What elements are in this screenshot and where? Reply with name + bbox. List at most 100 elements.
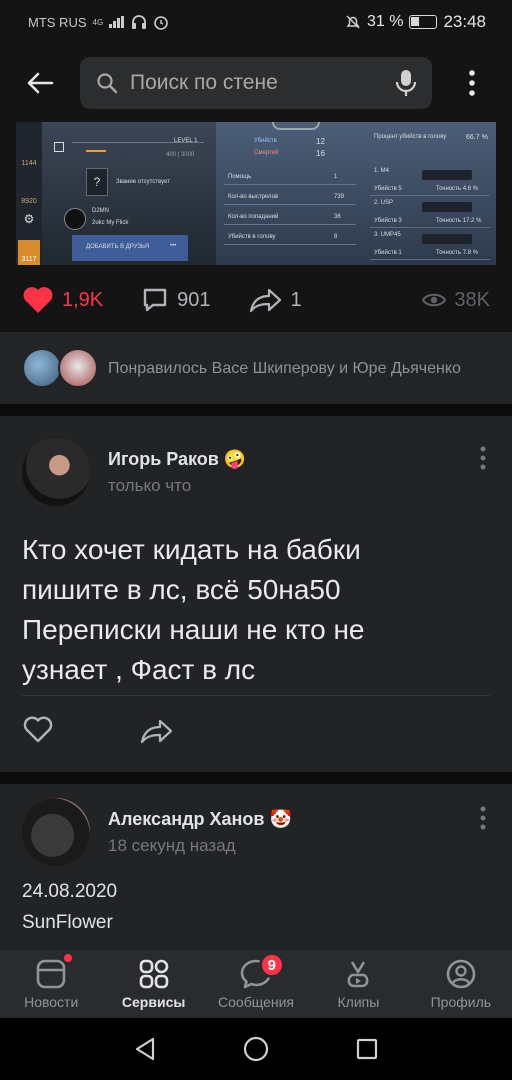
battery-percent: 31 %: [366, 13, 404, 30]
profile-icon: [446, 959, 476, 989]
author-name[interactable]: Александр Ханов 🤡: [108, 809, 292, 830]
post-text-line: узнает , Фаст в лс: [22, 654, 256, 685]
divider: [22, 695, 490, 696]
add-friend-button: ДОБАВИТЬ В ДРУЗЬЯ •••: [72, 235, 188, 261]
post-card: Александр Ханов 🤡 18 секунд назад 24.08.…: [0, 784, 512, 950]
game-stat-divider: [224, 224, 356, 225]
game-stat-value: 36: [334, 214, 341, 220]
game-deaths: 16: [316, 149, 325, 158]
post-text-line: Кто хочет кидать на бабки: [22, 534, 361, 565]
microphone-icon[interactable]: [394, 68, 418, 98]
like-button[interactable]: 1,9K: [22, 286, 103, 314]
game-stat-label: Помощь: [228, 174, 252, 180]
game-stat-label: Убийств в голову: [228, 234, 276, 240]
game-stat-divider: [224, 204, 356, 205]
game-weapon-name: 2. USP: [374, 200, 394, 206]
bottom-nav: Новости Сервисы 9 Сообщения Клипы Профил…: [0, 950, 512, 1018]
home-circle-icon[interactable]: [243, 1036, 269, 1062]
game-kills: 12: [316, 137, 325, 146]
gear-icon: ⚙: [23, 212, 35, 226]
post-card: Игорь Раков 🤪 только что Кто хочет кидат…: [0, 416, 512, 772]
liked-by-text: Понравилось Васе Шкиперову и Юре Дьяченк…: [108, 359, 461, 377]
tab-clips[interactable]: Клипы: [307, 950, 409, 1018]
weapon-icon: [422, 202, 472, 212]
post-text-line: 24.08.2020: [22, 881, 118, 902]
avatar[interactable]: [22, 438, 90, 506]
clips-icon: [347, 961, 369, 988]
avatar[interactable]: [22, 798, 90, 866]
alarm-icon: [154, 16, 168, 30]
recents-square-icon[interactable]: [356, 1038, 378, 1060]
post-text-line: Переписки наши не кто не: [22, 614, 365, 645]
game-weapon-accuracy: Точность 4.6 %: [436, 186, 479, 192]
more-button[interactable]: [432, 44, 512, 122]
game-stat-divider: [224, 184, 356, 185]
views: 38K: [422, 289, 490, 312]
share-icon: [140, 719, 173, 744]
unread-badge: 9: [258, 952, 285, 978]
rank-badge-icon: ?: [86, 168, 108, 196]
post-text-line: SunFlower: [22, 912, 113, 933]
more-vertical-icon: [480, 446, 486, 470]
post-actions: 1,9K 901 1 38K: [0, 268, 512, 332]
battery-icon: [409, 15, 438, 29]
weapon-icon: [422, 234, 472, 244]
arrow-left-icon: [27, 72, 54, 94]
liked-by[interactable]: Понравилось Васе Шкиперову и Юре Дьяченк…: [0, 332, 512, 404]
game-clan: D2MN: [92, 208, 110, 214]
post-text: Кто хочет кидать на бабки пишите в лс, в…: [22, 530, 365, 690]
more-vertical-icon: [480, 806, 486, 830]
headphones-icon: [132, 15, 147, 29]
comment-icon: [143, 288, 167, 312]
post-image[interactable]: 1144 8920 ⚙ 3117 LEVEL 1 400 | 3000 ? Зв…: [16, 122, 496, 265]
game-sidebar-count: 3117: [18, 240, 40, 265]
avatar: [22, 348, 62, 388]
game-stat-label: Кол-во попаданий: [228, 214, 279, 220]
status-bar: MTS RUS 4G 31 % 23:48: [0, 0, 512, 44]
game-xp: 400 | 3000: [166, 152, 195, 158]
tab-profile[interactable]: Профиль: [410, 950, 512, 1018]
like-button[interactable]: [22, 716, 54, 749]
post-time: 18 секунд назад: [108, 835, 236, 855]
avatar: [58, 348, 98, 388]
like-count: 1,9K: [62, 288, 104, 311]
game-weapon-row: 2. USP Убийств 3 Точность 17.2 %: [370, 198, 490, 228]
tab-messages[interactable]: 9 Сообщения: [205, 950, 307, 1018]
back-button[interactable]: [0, 44, 80, 122]
share-icon: [249, 288, 281, 313]
comment-button[interactable]: 901: [141, 286, 211, 314]
heart-outline-icon: [23, 716, 53, 743]
game-weapon-row: 1. M4 Убийств 5 Точность 4.6 %: [370, 166, 490, 196]
share-count: 1: [290, 288, 302, 311]
game-weapon-name: 3. UMP45: [374, 232, 401, 238]
game-stat-value: 1: [334, 174, 338, 180]
news-icon: [36, 959, 66, 989]
signal-icon: [109, 16, 125, 28]
tab-services[interactable]: Сервисы: [102, 950, 204, 1018]
more-vertical-icon: [469, 70, 475, 96]
game-weapon-kills: Убийств 3: [374, 218, 402, 224]
back-triangle-icon[interactable]: [134, 1037, 156, 1061]
share-button[interactable]: 1: [249, 287, 302, 313]
heart-filled-icon: [23, 287, 53, 313]
post-time: только что: [108, 475, 192, 495]
game-sidebar: 1144 8920 ⚙ 3117: [16, 122, 42, 265]
clan-emblem-icon: [64, 208, 86, 230]
checkbox-icon: [54, 142, 64, 152]
eye-icon: [422, 293, 447, 307]
search-input[interactable]: Поиск по стене: [80, 57, 432, 109]
post-menu-button[interactable]: [480, 446, 486, 475]
share-button[interactable]: [140, 718, 174, 749]
game-weapon-accuracy: Точность 17.2 %: [436, 218, 482, 224]
game-weapon-accuracy: Точность 7.8 %: [436, 250, 479, 256]
game-sidebar-count: 1144: [21, 160, 37, 167]
game-stat-divider: [224, 244, 356, 245]
author-name[interactable]: Игорь Раков 🤪: [108, 449, 246, 470]
carrier-label: MTS RUS: [28, 14, 87, 30]
unread-dot: [64, 954, 72, 962]
post-header: Александр Ханов 🤡 18 секунд назад: [22, 798, 292, 866]
post-menu-button[interactable]: [480, 806, 486, 835]
tab-news[interactable]: Новости: [0, 950, 102, 1018]
game-weapon-kills: Убийств 1: [374, 250, 402, 256]
game-player: 2ukc My Flick: [92, 220, 129, 226]
